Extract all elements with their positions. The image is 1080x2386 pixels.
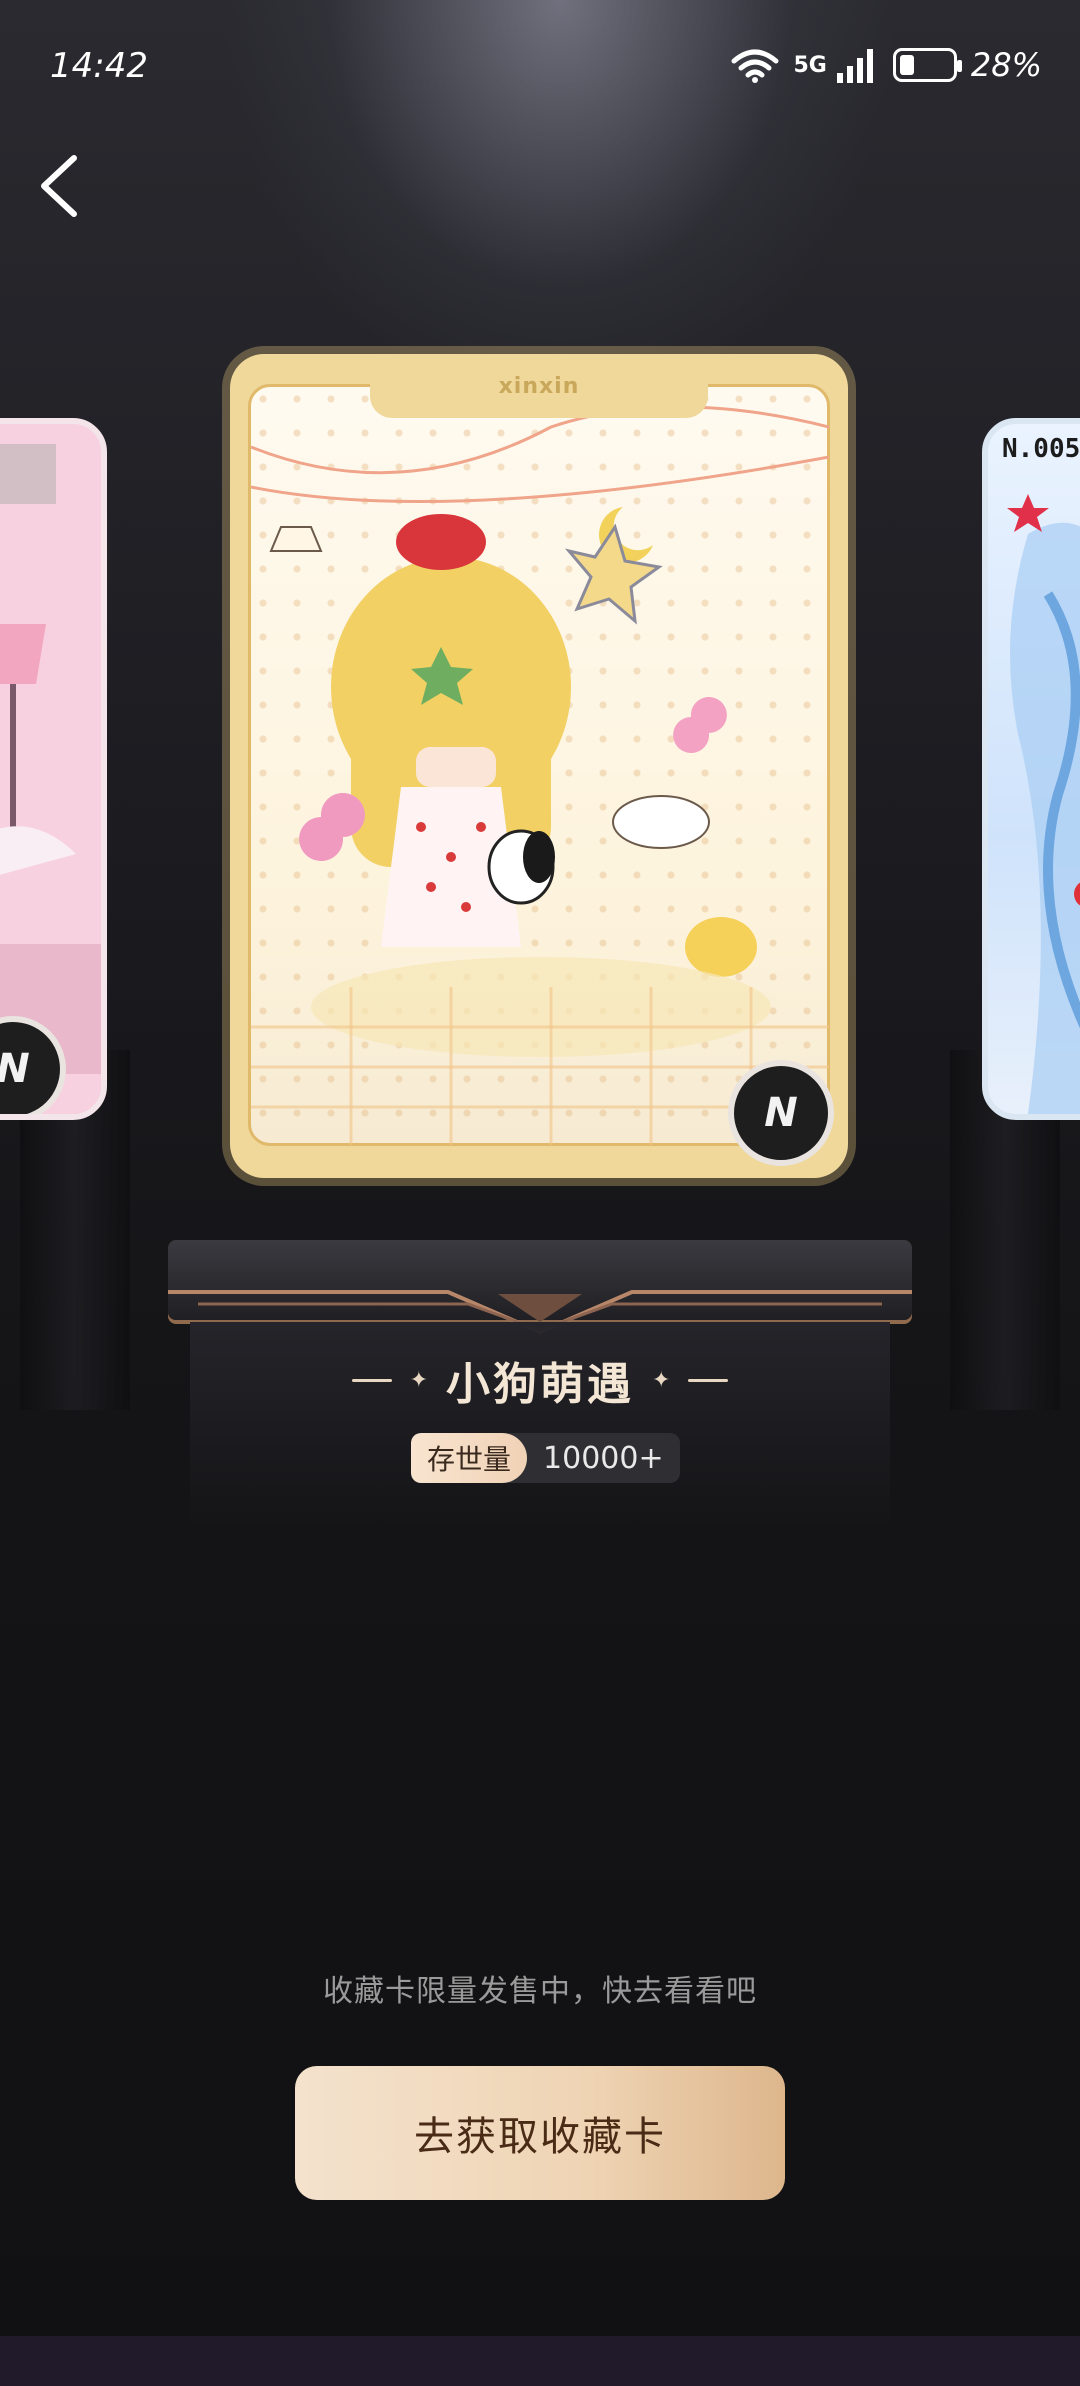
- collectible-title-row: ✦ 小狗萌遇 ✦: [0, 1348, 1080, 1412]
- status-bar: 14:42 5G 28%: [0, 0, 1080, 130]
- card-serial: N.0057: [1002, 434, 1080, 464]
- back-button[interactable]: [30, 150, 100, 220]
- card-right[interactable]: N.0057: [982, 418, 1080, 1120]
- stock-badge: 存世量 10000+: [411, 1433, 680, 1483]
- card-left[interactable]: N: [0, 418, 107, 1120]
- collectible-name: 小狗萌遇: [446, 1359, 634, 1410]
- battery-icon: [892, 48, 962, 82]
- rarity-badge: N: [728, 1060, 834, 1166]
- status-time: 14:42: [50, 46, 148, 86]
- card-author: xinxin: [498, 373, 580, 399]
- sparkle-icon: ✦: [652, 1367, 671, 1393]
- bottom-gesture-bar: [0, 2336, 1080, 2386]
- sparkle-icon: ✦: [409, 1367, 428, 1393]
- stock-label: 存世量: [411, 1433, 528, 1483]
- main-collectible-card[interactable]: xinxin N: [230, 354, 848, 1178]
- card-author-tab: xinxin: [370, 354, 708, 418]
- status-icons: 5G 28%: [730, 46, 1042, 84]
- signal-icon: [836, 49, 873, 83]
- card-right-art: [1007, 494, 1080, 1114]
- network-type: 5G: [793, 52, 827, 78]
- title-deco-line-left: [351, 1378, 392, 1382]
- card-artwork-frame: [248, 384, 830, 1146]
- card-artwork: [250, 405, 830, 1145]
- sale-hint: 收藏卡限量发售中，快去看看吧: [323, 1974, 757, 2009]
- title-deco-line-right: [688, 1378, 729, 1382]
- get-collectible-card-button[interactable]: 去获取收藏卡: [295, 2066, 785, 2200]
- stock-value: 10000+: [543, 1440, 664, 1476]
- card-left-art: [0, 424, 101, 1114]
- wifi-icon: [731, 49, 778, 83]
- chevron-left-icon: [41, 155, 77, 217]
- battery-percent: 28%: [970, 46, 1042, 84]
